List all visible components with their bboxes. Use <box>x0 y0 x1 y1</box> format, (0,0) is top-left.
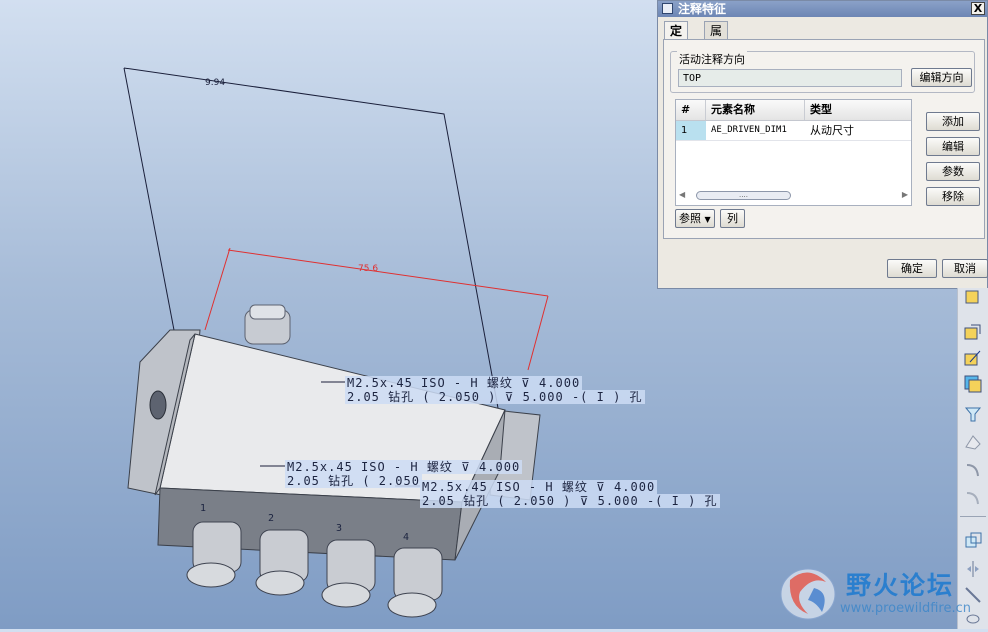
scroll-thumb[interactable]: .... <box>696 191 791 200</box>
add-button[interactable]: 添加 <box>926 112 980 131</box>
cancel-button[interactable]: 取消 <box>942 259 988 278</box>
orientation-field[interactable]: TOP <box>678 69 902 87</box>
cell-type: 从动尺寸 <box>810 124 854 137</box>
table-horizontal-scrollbar[interactable]: ◀ .... ▶ <box>678 189 909 202</box>
orientation-group-label: 活动注释方向 <box>677 51 747 67</box>
tab-definition[interactable]: 定义 <box>664 21 689 56</box>
table-header: # 元素名称 类型 <box>676 100 911 121</box>
cell-num: 1 <box>676 121 706 140</box>
chamfer-tool-icon[interactable] <box>963 488 983 508</box>
hole-note-3[interactable]: M2.5x.45 ISO - H 螺纹 ⊽ 4.000 2.05 钻孔 ( 2.… <box>420 480 720 508</box>
watermark-title: 野火论坛 <box>846 571 955 600</box>
chevron-down-icon: ▼ <box>704 215 711 224</box>
dimension-black-text[interactable]: 9.94 <box>205 78 225 88</box>
hole-note-2-line1: M2.5x.45 ISO - H 螺纹 ⊽ 4.000 <box>285 460 523 474</box>
column-header-num[interactable]: # <box>676 100 706 120</box>
connector-label-4: 4 <box>403 532 411 543</box>
connector-label-2: 2 <box>268 513 276 524</box>
edit-button[interactable]: 编辑 <box>926 137 980 156</box>
round-tool-icon[interactable] <box>963 460 983 480</box>
watermark: 野火论坛 www.proewildfire.cn <box>778 562 971 625</box>
column-header-type[interactable]: 类型 <box>805 100 911 120</box>
column-button[interactable]: 列 <box>720 209 745 228</box>
datum-axis-icon[interactable] <box>963 348 983 368</box>
shell-tool-icon[interactable] <box>963 432 983 452</box>
hole-note-2-line2: 2.05 钻孔 ( 2.050 <box>285 474 422 488</box>
watermark-url: www.proewildfire.cn <box>840 601 971 616</box>
dimension-red-text[interactable]: 75.6 <box>358 264 378 274</box>
top-bnc-connector <box>244 304 291 345</box>
window-icon <box>662 3 673 14</box>
references-dropdown-label: 参照 <box>679 212 701 225</box>
table-row[interactable]: 1 AE_DRIVEN_DIM1 从动尺寸 <box>676 121 911 141</box>
hole-note-1[interactable]: M2.5x.45 ISO - H 螺纹 ⊽ 4.000 2.05 钻孔 ( 2.… <box>345 376 645 404</box>
close-button[interactable]: X <box>971 2 985 15</box>
dialog-title: 注释特征 <box>678 2 727 16</box>
hole-note-1-line2: 2.05 钻孔 ( 2.050 ) ⊽ 5.000 -( I ) 孔 <box>345 390 645 404</box>
parameters-button[interactable]: 参数 <box>926 162 980 181</box>
scroll-left-icon[interactable]: ◀ <box>679 190 685 199</box>
column-header-name[interactable]: 元素名称 <box>706 100 805 120</box>
datum-plane-icon[interactable] <box>963 322 983 342</box>
tab-properties[interactable]: 属性 <box>704 21 729 56</box>
hole-note-1-line1: M2.5x.45 ISO - H 螺纹 ⊽ 4.000 <box>345 376 583 390</box>
pattern-tool-icon[interactable] <box>963 531 983 551</box>
annotation-feature-dialog: 注释特征 X 定义 属性 活动注释方向 TOP 编辑方向 # 元素名称 类型 1… <box>657 0 988 289</box>
remove-button[interactable]: 移除 <box>926 187 980 206</box>
cell-name: AE_DRIVEN_DIM1 <box>711 125 787 135</box>
dialog-titlebar[interactable]: 注释特征 X <box>658 1 987 17</box>
references-dropdown[interactable]: 参照 ▼ <box>675 209 715 228</box>
hole-tool-icon[interactable] <box>963 404 983 424</box>
connector-label-1: 1 <box>200 503 208 514</box>
connector-label-3: 3 <box>336 523 344 534</box>
hole-note-3-line1: M2.5x.45 ISO - H 螺纹 ⊽ 4.000 <box>420 480 658 494</box>
datum-point-icon[interactable] <box>963 374 983 394</box>
forum-logo-icon <box>780 568 836 620</box>
annotation-tool-icon[interactable] <box>963 288 983 308</box>
elements-table: # 元素名称 类型 1 AE_DRIVEN_DIM1 从动尺寸 ◀ .... ▶ <box>675 99 912 206</box>
scroll-right-icon[interactable]: ▶ <box>902 190 908 199</box>
edit-orientation-button[interactable]: 编辑方向 <box>911 68 972 87</box>
ok-button[interactable]: 确定 <box>887 259 937 278</box>
hole-note-3-line2: 2.05 钻孔 ( 2.050 ) ⊽ 5.000 -( I ) 孔 <box>420 494 720 508</box>
toolbar-separator <box>960 516 986 517</box>
